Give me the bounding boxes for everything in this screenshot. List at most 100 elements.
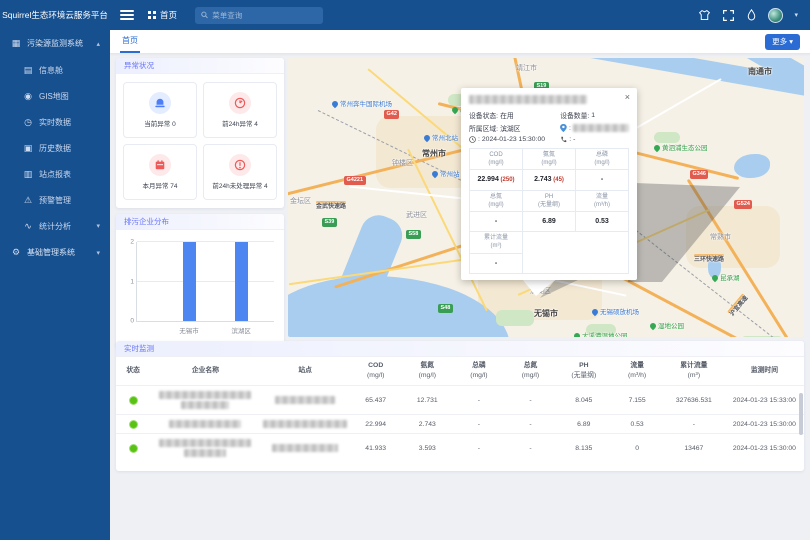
table-scrollbar[interactable] [799, 393, 803, 435]
popup-param-header: COD(mg/l) [470, 149, 523, 170]
company-cell [150, 386, 260, 415]
column-name: PH [557, 361, 610, 371]
caret-icon: ▴ [96, 40, 100, 48]
popup-param-value: 2.743 (45) [523, 170, 576, 191]
blue-poi-pin-icon [431, 170, 439, 178]
stat-card-2[interactable]: 本月异常 74 [123, 144, 197, 200]
table-row[interactable]: 41.9333.593--8.1350134672024-01-23 15:30… [116, 434, 804, 463]
column-header-累计流量: 累计流量(m³) [663, 357, 725, 386]
column-header-PH: PH(无量纲) [556, 357, 611, 386]
popup-field-label: 所属区域: [469, 123, 498, 133]
chart-gridline [137, 281, 274, 282]
chart-ytick-label: 0 [130, 318, 134, 325]
param-unit: (mg/l) [471, 159, 521, 167]
redacted-company-name [159, 391, 251, 399]
tp-cell: - [453, 415, 505, 434]
param-limit: (45) [552, 177, 564, 183]
param-name: 累计流量 [471, 234, 521, 242]
sidebar-item-4[interactable]: ▣历史数据 [0, 135, 110, 161]
theme-skin-icon[interactable] [698, 9, 711, 22]
user-caret-down-icon[interactable]: ▾ [794, 11, 798, 19]
column-name: 站点 [261, 366, 348, 376]
nh3-cell: 12.731 [402, 386, 454, 415]
sidebar-item-7[interactable]: ∿统计分析▾ [0, 213, 110, 239]
siren-icon [149, 92, 171, 114]
sidebar-item-5[interactable]: ▥站点报表 [0, 161, 110, 187]
menu-search[interactable] [195, 7, 323, 24]
flow-cell: 0 [611, 434, 663, 463]
column-header-监测时间: 监测时间 [725, 357, 804, 386]
sidebar-item-label: 历史数据 [39, 143, 71, 154]
tn-cell: - [505, 415, 557, 434]
sidebar-nav: ▦污染源监测系统▴▤信息舱◉GIS地图◷实时数据▣历史数据▥站点报表⚠预警管理∿… [0, 30, 110, 540]
tn-cell: - [505, 386, 557, 415]
cod-cell: 41.933 [350, 434, 402, 463]
stat-card-1[interactable]: 前24h异常 4 [203, 82, 277, 138]
chart-gridline [137, 241, 274, 242]
gis-map[interactable]: G42G4221S39S230S58S48S19G2G346G524S338 靖… [288, 58, 804, 337]
search-input[interactable] [212, 11, 317, 20]
more-button[interactable]: 更多 ▾ [765, 34, 800, 50]
popup-field-value: 在用 [500, 110, 514, 120]
content-area: 异常状况 当前异常 0前24h异常 4本月异常 74前24h未处理异常 4 排污… [110, 54, 810, 540]
blue-poi-pin-icon [331, 100, 339, 108]
sidebar-item-0[interactable]: ▦污染源监测系统▴ [0, 30, 110, 57]
param-name: PH [524, 193, 574, 201]
sidebar-item-2[interactable]: ◉GIS地图 [0, 83, 110, 109]
sidebar-item-label: 站点报表 [39, 169, 71, 180]
breadcrumb[interactable]: 首页 [148, 9, 177, 21]
popup-field-label: 设备状态: [469, 110, 498, 120]
search-icon [201, 11, 208, 19]
column-name: 累计流量 [664, 361, 724, 371]
tab-home[interactable]: 首页 [120, 30, 140, 53]
table-row[interactable]: 65.43712.731--8.0457.155327636.5312024-0… [116, 386, 804, 415]
popup-param-value: - [576, 170, 629, 191]
sidebar-item-8[interactable]: ⚙基础管理系统▾ [0, 239, 110, 266]
column-unit: (mg/l) [506, 371, 556, 381]
hamburger-menu-icon[interactable] [120, 8, 134, 22]
user-avatar[interactable] [768, 8, 783, 23]
stat-card-0[interactable]: 当前异常 0 [123, 82, 197, 138]
map-label-green: 黄泗浦生态公园 [654, 142, 708, 152]
popup-field-label: : [569, 136, 571, 143]
sidebar-item-label: 预警管理 [39, 195, 71, 206]
notification-icon[interactable] [746, 9, 757, 22]
sidebar-item-3[interactable]: ◷实时数据 [0, 109, 110, 135]
station-cell [260, 386, 349, 415]
fullscreen-icon[interactable] [722, 9, 735, 22]
cum-cell: - [663, 415, 725, 434]
column-header-状态: 状态 [116, 357, 150, 386]
sidebar-item-1[interactable]: ▤信息舱 [0, 57, 110, 83]
status-cell [116, 386, 150, 415]
column-unit: (mg/l) [454, 371, 504, 381]
tp-cell: - [453, 434, 505, 463]
table-row[interactable]: 22.9942.743--6.890.53-2024-01-23 15:30:0… [116, 415, 804, 434]
ph-cell: 8.135 [556, 434, 611, 463]
cod-cell: 65.437 [350, 386, 402, 415]
column-unit: (无量纲) [557, 371, 610, 381]
param-name: 氨氮 [524, 151, 574, 159]
map-label-green: 湿地公园 [650, 320, 684, 330]
blue-poi-pin-icon [423, 134, 431, 142]
green-poi-pin-icon [649, 322, 657, 330]
blue-poi-pin-icon [591, 308, 599, 316]
column-name: 状态 [117, 366, 149, 376]
sidebar-item-label: GIS地图 [39, 91, 69, 102]
param-name: COD [471, 151, 521, 159]
green-poi-pin-icon [711, 274, 719, 282]
road-badge: S39 [322, 218, 337, 227]
popup-field-label: 设备数量: [560, 110, 589, 120]
popup-empty-cell [523, 232, 629, 273]
column-header-站点: 站点 [260, 357, 349, 386]
map-label-city: 无锡市 [534, 308, 558, 319]
popup-close-icon[interactable]: × [625, 92, 630, 102]
ph-cell: 8.045 [556, 386, 611, 415]
popup-param-value: 6.89 [523, 212, 576, 232]
chart-bar-无锡市 [183, 242, 196, 321]
sidebar-item-6[interactable]: ⚠预警管理 [0, 187, 110, 213]
param-unit: (无量纲) [524, 201, 574, 209]
map-lake-taihu [288, 276, 510, 337]
dashboard-icon: ▤ [22, 65, 34, 76]
popup-field-value: - [573, 136, 575, 143]
stat-card-3[interactable]: 前24h未处理异常 4 [203, 144, 277, 200]
